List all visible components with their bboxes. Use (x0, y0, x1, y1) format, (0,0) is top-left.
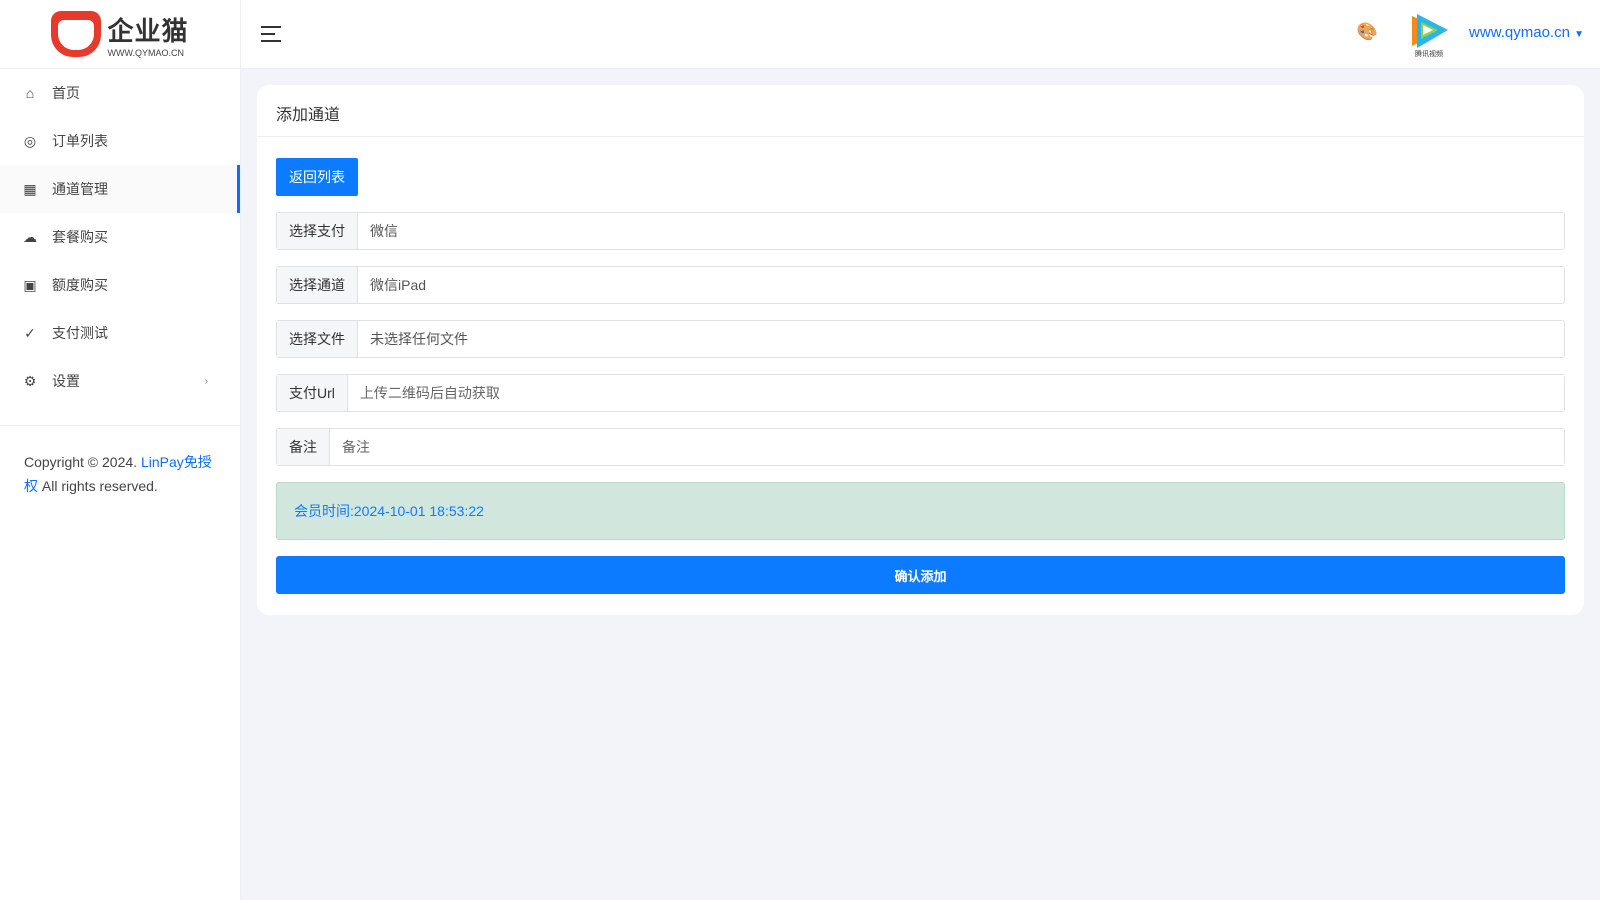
field-label: 备注 (277, 429, 330, 465)
sidebar-item-settings[interactable]: ⚙ 设置 › (0, 357, 240, 405)
add-channel-card: 添加通道 返回列表 选择支付 微信 选择通道 微信iPad 选择文件 未选择任何文件 … (257, 85, 1584, 615)
pay-url-input[interactable] (347, 375, 1564, 411)
sidebar-item-orders[interactable]: ◎ 订单列表 (0, 117, 240, 165)
home-icon: ⌂ (25, 85, 35, 101)
qrcode-icon: ▦ (23, 180, 37, 197)
palette-icon[interactable]: 🎨 (1357, 22, 1378, 42)
sidebar-item-label: 通道管理 (52, 181, 108, 197)
user-name: www.qymao.cn (1469, 24, 1570, 41)
remark-input[interactable] (330, 429, 1564, 465)
remark-group: 备注 (276, 428, 1565, 466)
sidebar-item-channels[interactable]: ▦ 通道管理 (0, 165, 240, 213)
menu-toggle-icon[interactable] (261, 26, 281, 42)
logo[interactable]: 企业猫 WWW.QYMAO.CN (0, 0, 240, 69)
pay-url-group: 支付Url (276, 374, 1565, 412)
card-title: 添加通道 (257, 85, 1584, 137)
chevron-right-icon: › (204, 375, 208, 387)
caret-down-icon: ▼ (1574, 29, 1584, 40)
sidebar-item-label: 首页 (52, 85, 80, 101)
copyright-prefix: Copyright © 2024. (24, 454, 141, 470)
sidebar-item-label: 套餐购买 (52, 229, 108, 245)
target-icon: ◎ (23, 132, 37, 149)
member-time-alert: 会员时间:2024-10-01 18:53:22 (276, 482, 1565, 540)
avatar-text: 腾讯视频 (1415, 49, 1443, 58)
choose-file-button[interactable]: 选择文件 (277, 321, 358, 357)
file-status: 未选择任何文件 (370, 331, 468, 347)
money-icon: ▣ (23, 276, 37, 293)
check-circle-icon: ✓ (24, 324, 36, 341)
sidebar-item-packages[interactable]: ☁ 套餐购买 (0, 213, 240, 261)
top-header: 🎨 腾讯视频 www.qymao.cn ▼ (241, 0, 1600, 69)
cat-logo-icon (51, 11, 102, 57)
field-label: 支付Url (277, 375, 348, 411)
sidebar-item-label: 订单列表 (52, 133, 108, 149)
payment-select[interactable]: 选择支付 微信 (276, 212, 1565, 250)
back-to-list-button[interactable]: 返回列表 (276, 158, 358, 196)
sidebar-item-label: 支付测试 (52, 325, 108, 341)
copyright: Copyright © 2024. LinPay免授权 All rights r… (0, 425, 240, 522)
gear-icon: ⚙ (23, 372, 37, 389)
avatar[interactable]: 腾讯视频 (1408, 10, 1450, 58)
sidebar-item-home[interactable]: ⌂ 首页 (0, 69, 240, 117)
sidebar-item-label: 设置 (52, 373, 80, 389)
sidebar-item-pay-test[interactable]: ✓ 支付测试 (0, 309, 240, 357)
sidebar-item-quota[interactable]: ▣ 额度购买 (0, 261, 240, 309)
channel-select-value[interactable]: 微信iPad (358, 267, 1564, 303)
logo-url: WWW.QYMAO.CN (107, 47, 184, 58)
sidebar: 企业猫 WWW.QYMAO.CN ⌂ 首页 ◎ 订单列表 ▦ 通道管理 ☁ 套餐购买 ▣… (0, 0, 241, 900)
file-input[interactable]: 选择文件 未选择任何文件 (276, 320, 1565, 358)
channel-select[interactable]: 选择通道 微信iPad (276, 266, 1565, 304)
copyright-suffix: All rights reserved. (38, 478, 158, 494)
field-label: 选择支付 (277, 213, 358, 249)
logo-name: 企业猫 (107, 15, 189, 46)
confirm-add-button[interactable]: 确认添加 (276, 556, 1565, 594)
field-label: 选择通道 (277, 267, 358, 303)
sidebar-item-label: 额度购买 (52, 277, 108, 293)
payment-select-value[interactable]: 微信 (358, 213, 1564, 249)
user-dropdown[interactable]: www.qymao.cn ▼ (1469, 24, 1584, 41)
cloud-icon: ☁ (23, 228, 37, 245)
